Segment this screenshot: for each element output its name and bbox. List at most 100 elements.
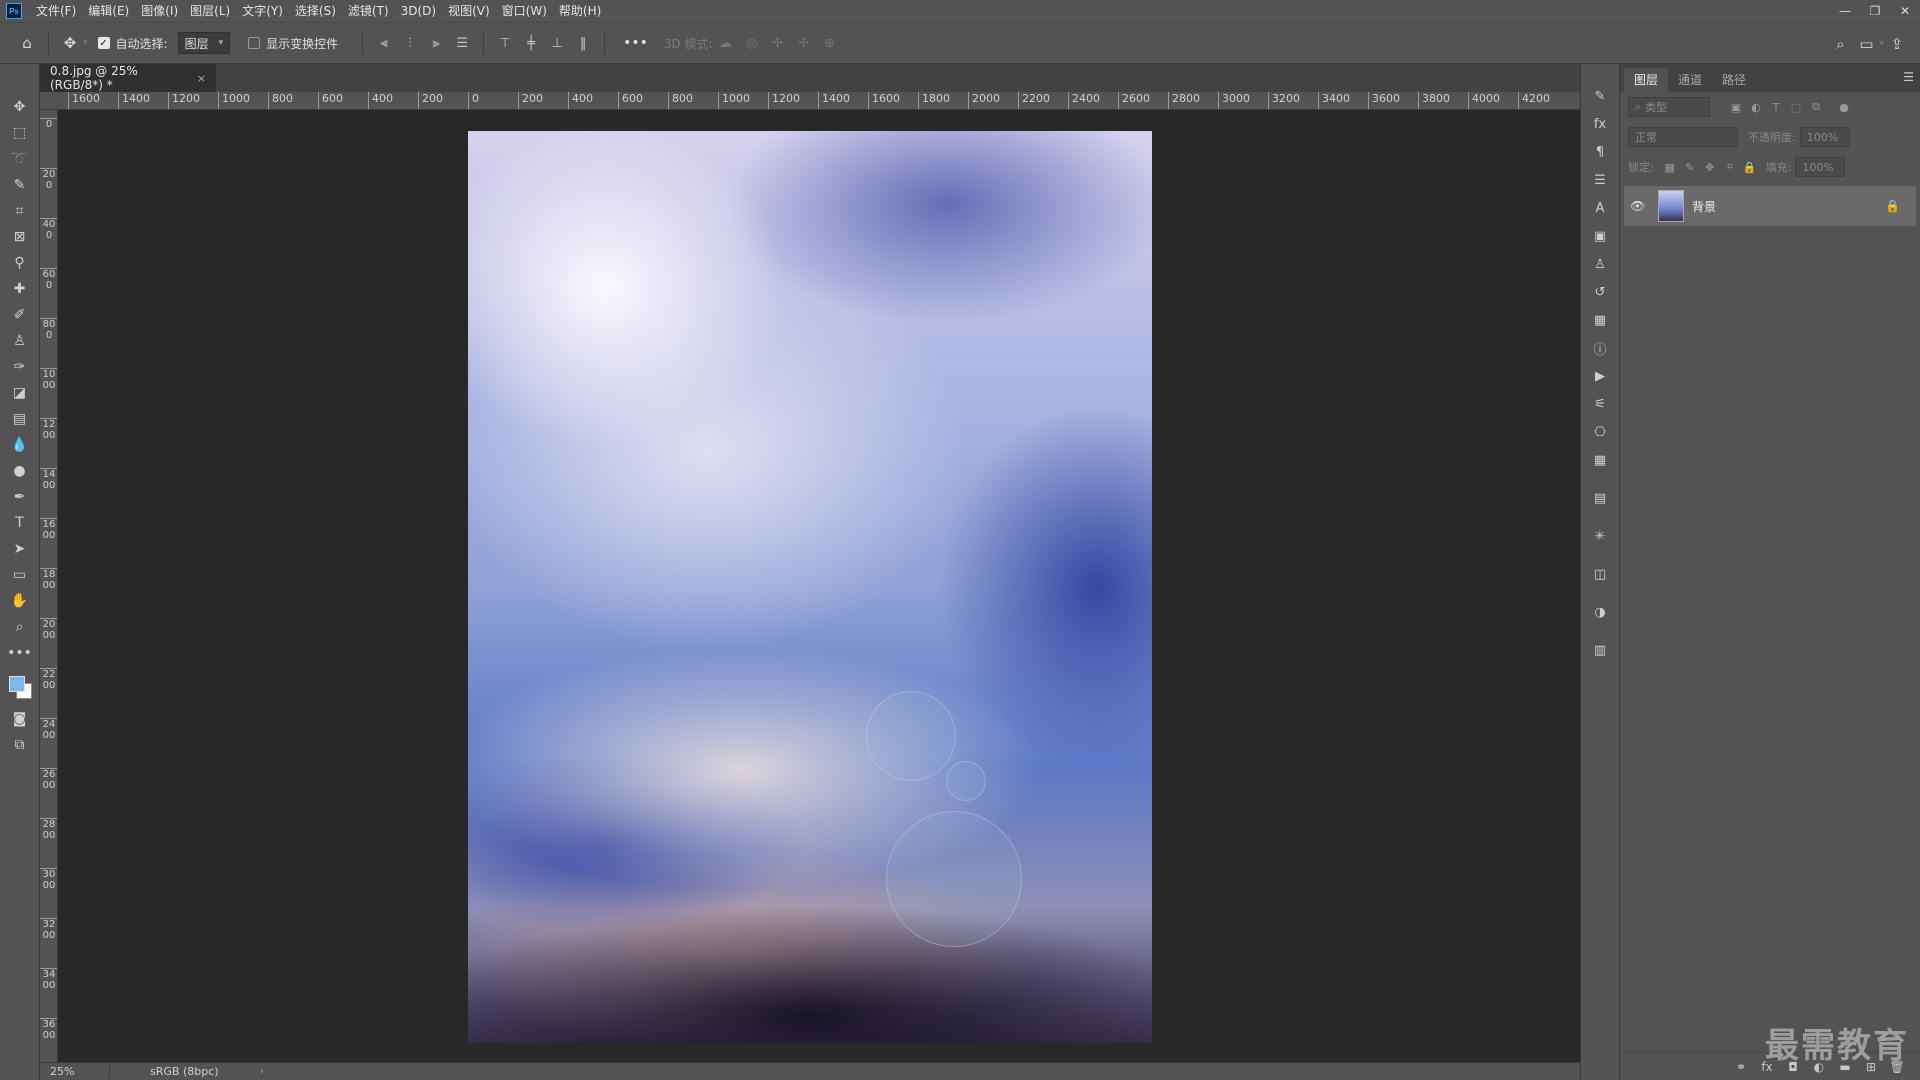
adjustment-filter-icon[interactable]: ◐ [1746, 97, 1766, 117]
type-tool-icon[interactable]: T [5, 510, 35, 536]
clone-source-icon[interactable]: ♙ [1586, 252, 1614, 276]
move-tool-icon[interactable]: ✥ [5, 94, 35, 120]
color-profile[interactable]: sRGB (8bpc) [110, 1065, 260, 1078]
menu-layer[interactable]: 图层(L) [184, 0, 236, 22]
pen-tool-icon[interactable]: ✒ [5, 484, 35, 510]
restore-button[interactable]: ❐ [1860, 0, 1890, 22]
crop-tool-icon[interactable]: ⌗ [5, 198, 35, 224]
auto-select-target-dropdown[interactable]: 图层 ▾ [177, 32, 231, 54]
align-bottom-icon[interactable]: ⊥ [546, 32, 568, 54]
close-tab-button[interactable]: × [197, 72, 206, 85]
smart-object-filter-icon[interactable]: ⧉ [1806, 97, 1826, 117]
clone-stamp-tool-icon[interactable]: ♙ [5, 328, 35, 354]
libraries-icon[interactable]: ◫ [1586, 562, 1614, 586]
adjustments-icon[interactable]: ☰ [1586, 168, 1614, 192]
menu-view[interactable]: 视图(V) [442, 0, 496, 22]
more-options-button[interactable]: ••• [623, 35, 648, 51]
blur-tool-icon[interactable]: 💧 [5, 432, 35, 458]
layer-row[interactable]: 👁 背景 🔒 [1624, 186, 1916, 226]
link-layers-icon[interactable]: ⚭ [1728, 1060, 1754, 1074]
search-icon[interactable]: ⌕ [1827, 31, 1853, 57]
align-vertical-center-icon[interactable]: ╪ [520, 32, 542, 54]
brush-settings-icon[interactable]: ✎ [1586, 84, 1614, 108]
eyedropper-tool-icon[interactable]: ⚲ [5, 250, 35, 276]
paragraph-icon[interactable]: ¶ [1586, 140, 1614, 164]
lock-position-icon[interactable]: ✥ [1700, 161, 1720, 174]
menu-filter[interactable]: 滤镜(T) [342, 0, 395, 22]
menu-file[interactable]: 文件(F) [30, 0, 82, 22]
info-icon[interactable]: ⓘ [1586, 336, 1614, 360]
navigator-icon[interactable]: ✳ [1586, 524, 1614, 548]
workspace-icon[interactable]: ▭ [1853, 31, 1879, 57]
chevron-down-icon[interactable]: ▾ [83, 38, 88, 48]
lock-artboard-icon[interactable]: ⌗ [1720, 160, 1740, 174]
brush-tool-icon[interactable]: ✐ [5, 302, 35, 328]
type-filter-icon[interactable]: T [1766, 97, 1786, 117]
move-tool-icon[interactable]: ✥ [57, 30, 83, 56]
actions-play-icon[interactable]: ▶ [1586, 364, 1614, 388]
menu-3d[interactable]: 3D(D) [395, 0, 442, 22]
lasso-tool-icon[interactable]: ➰ [5, 146, 35, 172]
dodge-tool-icon[interactable]: ● [5, 458, 35, 484]
marquee-tool-icon[interactable]: ⬚ [5, 120, 35, 146]
home-icon[interactable]: ⌂ [14, 30, 40, 56]
status-menu-button[interactable]: › [260, 1066, 264, 1077]
3d-icon[interactable]: ⎔ [1586, 420, 1614, 444]
opacity-input[interactable]: 100% [1799, 127, 1850, 147]
zoom-level[interactable]: 25% [40, 1065, 110, 1078]
gradient-tool-icon[interactable]: ▤ [5, 406, 35, 432]
path-selection-tool-icon[interactable]: ➤ [5, 536, 35, 562]
screen-mode-icon[interactable]: ⧉ [5, 732, 35, 758]
eraser-tool-icon[interactable]: ◪ [5, 380, 35, 406]
fill-input[interactable]: 100% [1795, 157, 1846, 177]
history-icon[interactable]: ↺ [1586, 280, 1614, 304]
frame-tool-icon[interactable]: ⊠ [5, 224, 35, 250]
zoom-tool-icon[interactable]: ⌕ [5, 614, 35, 640]
table-icon[interactable]: ▦ [1586, 448, 1614, 472]
share-icon[interactable]: ⇪ [1884, 31, 1910, 57]
pixel-filter-icon[interactable]: ▣ [1726, 97, 1746, 117]
align-top-icon[interactable]: ⊤ [494, 32, 516, 54]
quick-mask-icon[interactable]: ◙ [5, 706, 35, 732]
align-left-icon[interactable]: ⫷ [373, 32, 395, 54]
brushes-icon[interactable]: ⚟ [1586, 392, 1614, 416]
menu-image[interactable]: 图像(I) [135, 0, 184, 22]
align-horizontal-center-icon[interactable]: ⫶ [399, 32, 421, 54]
distribute-vertical-icon[interactable]: ‖ [572, 32, 594, 54]
lock-transparent-icon[interactable]: ▦ [1660, 161, 1680, 174]
auto-select-checkbox[interactable]: ✓ [97, 37, 110, 49]
rectangle-tool-icon[interactable]: ▭ [5, 562, 35, 588]
tab-paths[interactable]: 路径 [1712, 68, 1756, 92]
menu-select[interactable]: 选择(S) [289, 0, 342, 22]
document-image[interactable] [468, 131, 1152, 1043]
distribute-icon[interactable]: ☰ [451, 32, 473, 54]
lock-image-icon[interactable]: ✎ [1680, 161, 1700, 174]
close-button[interactable]: ✕ [1890, 0, 1920, 22]
lock-icon[interactable]: 🔒 [1885, 199, 1900, 213]
more-tools-icon[interactable]: ••• [5, 640, 35, 666]
blend-mode-dropdown[interactable]: 正常 [1628, 127, 1738, 147]
properties-icon[interactable]: ▦ [1586, 308, 1614, 332]
panel-menu-icon[interactable]: ☰ [1903, 70, 1914, 84]
minimize-button[interactable]: — [1830, 0, 1860, 22]
color-icon[interactable]: ◑ [1586, 600, 1614, 624]
document-tab[interactable]: 0.8.jpg @ 25%(RGB/8*) * × [40, 64, 216, 92]
photoshop-logo[interactable]: Ps [6, 3, 22, 19]
hand-tool-icon[interactable]: ✋ [5, 588, 35, 614]
menu-edit[interactable]: 编辑(E) [82, 0, 135, 22]
eye-icon[interactable]: 👁 [1630, 199, 1650, 213]
menu-help[interactable]: 帮助(H) [553, 0, 607, 22]
notes-icon[interactable]: ▤ [1586, 486, 1614, 510]
menu-window[interactable]: 窗口(W) [496, 0, 553, 22]
tab-channels[interactable]: 通道 [1668, 68, 1712, 92]
filter-toggle-icon[interactable]: ● [1834, 97, 1854, 117]
swatches-icon[interactable]: ▥ [1586, 638, 1614, 662]
menu-type[interactable]: 文字(Y) [236, 0, 289, 22]
align-right-icon[interactable]: ⫸ [425, 32, 447, 54]
show-transform-checkbox[interactable] [248, 37, 261, 49]
healing-brush-tool-icon[interactable]: ✚ [5, 276, 35, 302]
quick-select-tool-icon[interactable]: ✎ [5, 172, 35, 198]
foreground-color-swatch[interactable] [8, 676, 25, 692]
styles-icon[interactable]: fx [1586, 112, 1614, 136]
glyphs-icon[interactable]: ▣ [1586, 224, 1614, 248]
